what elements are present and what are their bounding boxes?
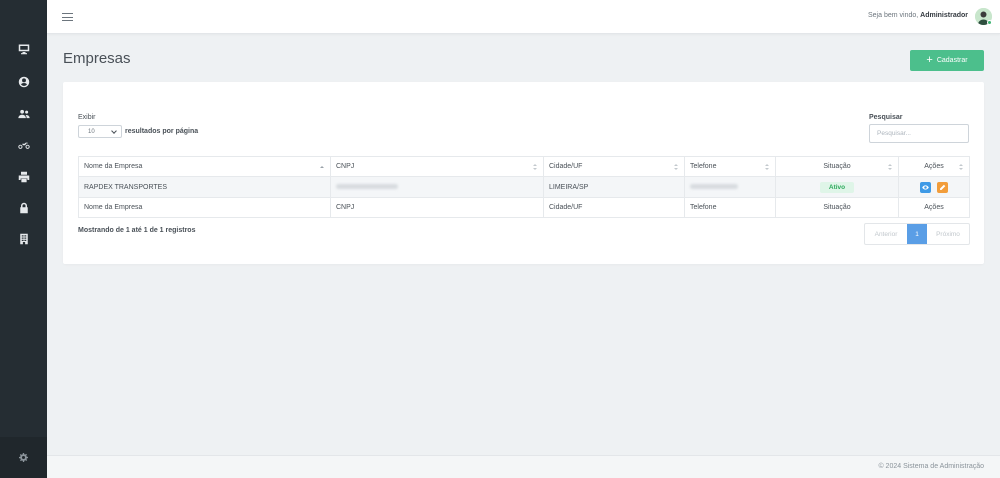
table-row: RAPDEX TRANSPORTES LIMEIRA/SP Ativo (78, 176, 970, 198)
cell-telefone-redacted (684, 176, 776, 198)
sidebar-item-seguranca[interactable] (0, 197, 47, 219)
footer-acoes: Ações (898, 197, 970, 218)
online-status-dot (987, 20, 992, 25)
show-label: Exibir (78, 114, 96, 121)
cell-situacao: Ativo (775, 176, 899, 198)
companies-table: Nome da Empresa CNPJ Cidade/UF Telefone … (78, 156, 970, 218)
add-button-label: Cadastrar (936, 57, 968, 64)
eye-icon (922, 184, 929, 190)
pagination-page-1[interactable]: 1 (907, 224, 927, 244)
column-header-telefone[interactable]: Telefone (684, 156, 776, 177)
search-input[interactable] (869, 124, 969, 143)
cell-nome: RAPDEX TRANSPORTES (78, 176, 331, 198)
view-button[interactable] (920, 181, 932, 193)
footer: © 2024 Sistema de Administração (47, 455, 1000, 478)
welcome-message: Seja bem vindo, Administrador (868, 12, 968, 19)
sidebar-item-dashboard[interactable] (0, 38, 47, 60)
cell-cnpj-redacted (330, 176, 544, 198)
table-footer-row: Nome da Empresa CNPJ Cidade/UF Telefone … (78, 197, 970, 218)
add-company-button[interactable]: + Cadastrar (910, 50, 984, 71)
footer-telefone: Telefone (684, 197, 776, 218)
footer-situacao: Situação (775, 197, 899, 218)
sidebar-item-perfil[interactable] (0, 71, 47, 93)
user-name[interactable]: Administrador (920, 12, 968, 19)
column-header-cnpj[interactable]: CNPJ (330, 156, 544, 177)
sort-icon (765, 164, 769, 170)
page-title: Empresas (63, 50, 131, 67)
table-header-row: Nome da Empresa CNPJ Cidade/UF Telefone … (78, 156, 970, 177)
welcome-prefix: Seja bem vindo, (868, 12, 919, 19)
column-header-acoes[interactable]: Ações (898, 156, 970, 177)
column-header-situacao[interactable]: Situação (775, 156, 899, 177)
sidebar-settings[interactable] (0, 437, 47, 478)
results-per-page-label: resultados por página (125, 128, 199, 135)
gear-icon (19, 453, 28, 462)
cell-acoes (898, 176, 970, 198)
sort-icon (959, 164, 963, 170)
pagination-next[interactable]: Próximo (927, 224, 969, 244)
page-length-value: 10 (88, 128, 95, 135)
lock-icon (19, 202, 28, 214)
sort-asc-icon (320, 164, 324, 170)
companies-card: Exibir 10 resultados por página Pesquisa… (63, 82, 984, 264)
column-header-cidade[interactable]: Cidade/UF (543, 156, 685, 177)
monitor-icon (18, 44, 29, 55)
column-header-nome[interactable]: Nome da Empresa (78, 156, 331, 177)
pagination: Anterior 1 Próximo (864, 223, 970, 245)
user-circle-icon (18, 76, 29, 88)
copyright-text: © 2024 Sistema de Administração (878, 463, 984, 470)
footer-nome: Nome da Empresa (78, 197, 331, 218)
motorcycle-icon (17, 142, 30, 149)
page-length-select[interactable]: 10 (78, 125, 122, 138)
sidebar-item-empresas[interactable] (0, 228, 47, 250)
printer-icon (18, 171, 29, 183)
edit-button[interactable] (936, 181, 948, 193)
menu-toggle-icon[interactable] (62, 11, 73, 23)
pencil-icon (940, 184, 946, 190)
plus-icon: + (926, 54, 933, 66)
search-label: Pesquisar (869, 114, 903, 121)
sidebar-item-motos[interactable] (0, 134, 47, 156)
cell-cidade: LIMEIRA/SP (543, 176, 685, 198)
users-icon (17, 109, 30, 119)
sidebar (0, 0, 47, 478)
chevron-down-icon (111, 128, 117, 134)
status-badge: Ativo (819, 181, 855, 193)
sidebar-item-impressao[interactable] (0, 166, 47, 188)
pagination-previous[interactable]: Anterior (865, 224, 907, 244)
footer-cidade: Cidade/UF (543, 197, 685, 218)
sort-icon (674, 164, 678, 170)
sidebar-item-usuarios[interactable] (0, 103, 47, 125)
topbar: Seja bem vindo, Administrador (47, 0, 1000, 34)
sort-icon (888, 164, 892, 170)
footer-cnpj: CNPJ (330, 197, 544, 218)
table-info: Mostrando de 1 até 1 de 1 registros (78, 227, 196, 234)
building-icon (19, 233, 28, 245)
sort-icon (533, 164, 537, 170)
